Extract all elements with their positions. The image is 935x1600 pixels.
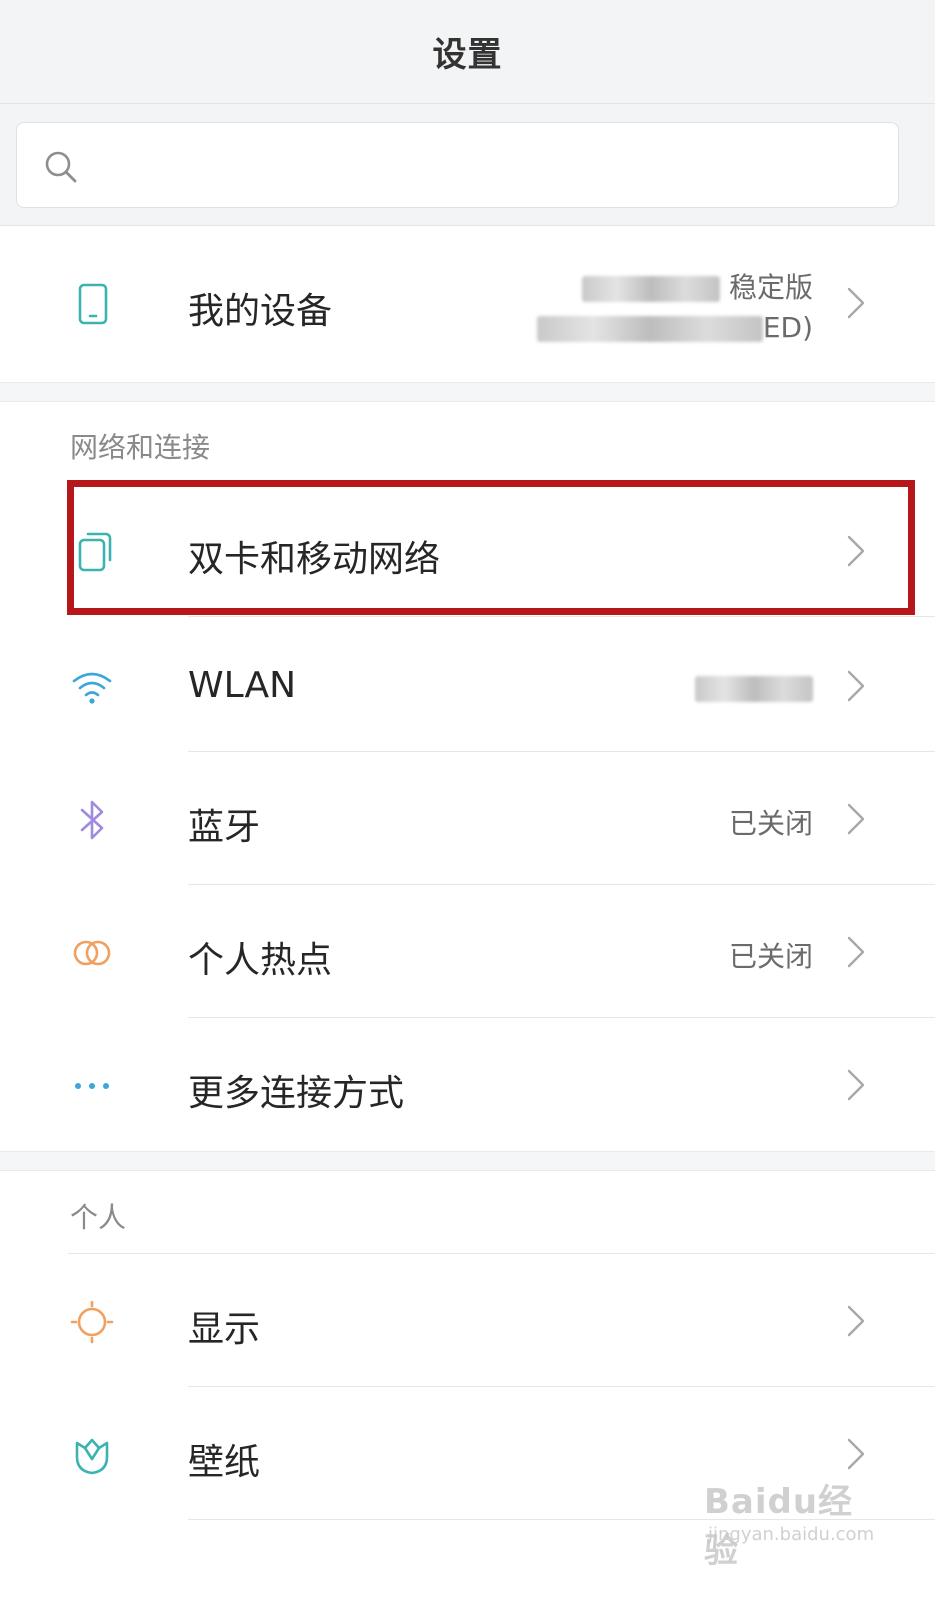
row-label-more-connections: 更多连接方式 xyxy=(188,1073,405,1114)
search-area xyxy=(0,104,935,226)
row-more-connections[interactable]: 更多连接方式 xyxy=(0,1018,935,1151)
chevron-right-icon xyxy=(847,936,865,968)
watermark-sub-text: jingyan.baidu.com xyxy=(708,1524,875,1545)
row-dual-sim[interactable]: 双卡和移动网络 xyxy=(0,484,935,617)
chevron-right-icon xyxy=(847,670,865,702)
row-hotspot[interactable]: 个人热点 已关闭 xyxy=(0,885,935,1018)
row-label-wlan: WLAN xyxy=(188,665,297,706)
wifi-icon xyxy=(72,672,112,704)
device-section: 我的设备 稳定版 ED) xyxy=(0,226,935,382)
sim-card-icon xyxy=(78,532,112,572)
search-box[interactable] xyxy=(16,122,899,209)
more-dots-icon xyxy=(75,1083,109,1089)
search-icon xyxy=(45,151,77,183)
phone-icon xyxy=(78,283,108,325)
row-divider xyxy=(188,616,935,617)
row-label-display: 显示 xyxy=(188,1309,261,1350)
sun-icon xyxy=(70,1300,114,1344)
wlan-network-name xyxy=(695,671,813,704)
blurred-ssid-text xyxy=(695,676,813,702)
section-divider xyxy=(0,382,935,402)
chevron-right-icon xyxy=(847,287,865,319)
row-label-wallpaper: 壁纸 xyxy=(188,1442,261,1483)
row-label-hotspot: 个人热点 xyxy=(188,940,333,981)
row-label-bluetooth: 蓝牙 xyxy=(188,807,261,848)
blurred-build-text xyxy=(536,316,763,342)
row-display[interactable]: 显示 xyxy=(0,1254,935,1387)
section-divider xyxy=(0,1151,935,1171)
wallpaper-icon xyxy=(75,1438,109,1475)
bluetooth-status: 已关闭 xyxy=(728,807,813,840)
search-input[interactable] xyxy=(97,123,881,209)
version-stable-label: 稳定版 xyxy=(728,271,813,304)
row-label-dual-sim: 双卡和移动网络 xyxy=(188,539,441,580)
chevron-right-icon xyxy=(847,1305,865,1337)
chevron-right-icon xyxy=(847,803,865,835)
hotspot-status: 已关闭 xyxy=(728,940,813,973)
bluetooth-icon xyxy=(80,800,104,840)
watermark-main-text: Baidu经验 xyxy=(704,1482,854,1571)
chevron-right-icon xyxy=(847,1069,865,1101)
hotspot-icon xyxy=(73,940,111,966)
row-wlan[interactable]: WLAN xyxy=(0,619,935,752)
chevron-right-icon xyxy=(847,1438,865,1470)
version-build-suffix: ED) xyxy=(762,311,813,344)
device-version: 稳定版 ED) xyxy=(536,268,813,348)
blurred-version-text xyxy=(582,276,721,302)
baidu-watermark: Baidu经验 jingyan.baidu.com xyxy=(704,1470,875,1571)
chevron-right-icon xyxy=(847,535,865,567)
section-header-personal: 个人 xyxy=(70,1201,127,1234)
row-bluetooth[interactable]: 蓝牙 已关闭 xyxy=(0,752,935,885)
title-bar: 设置 xyxy=(0,0,935,104)
page-title: 设置 xyxy=(432,35,503,75)
section-header-network: 网络和连接 xyxy=(70,431,211,464)
row-my-device[interactable]: 我的设备 稳定版 ED) xyxy=(0,238,935,371)
row-label-my-device: 我的设备 xyxy=(188,291,333,332)
